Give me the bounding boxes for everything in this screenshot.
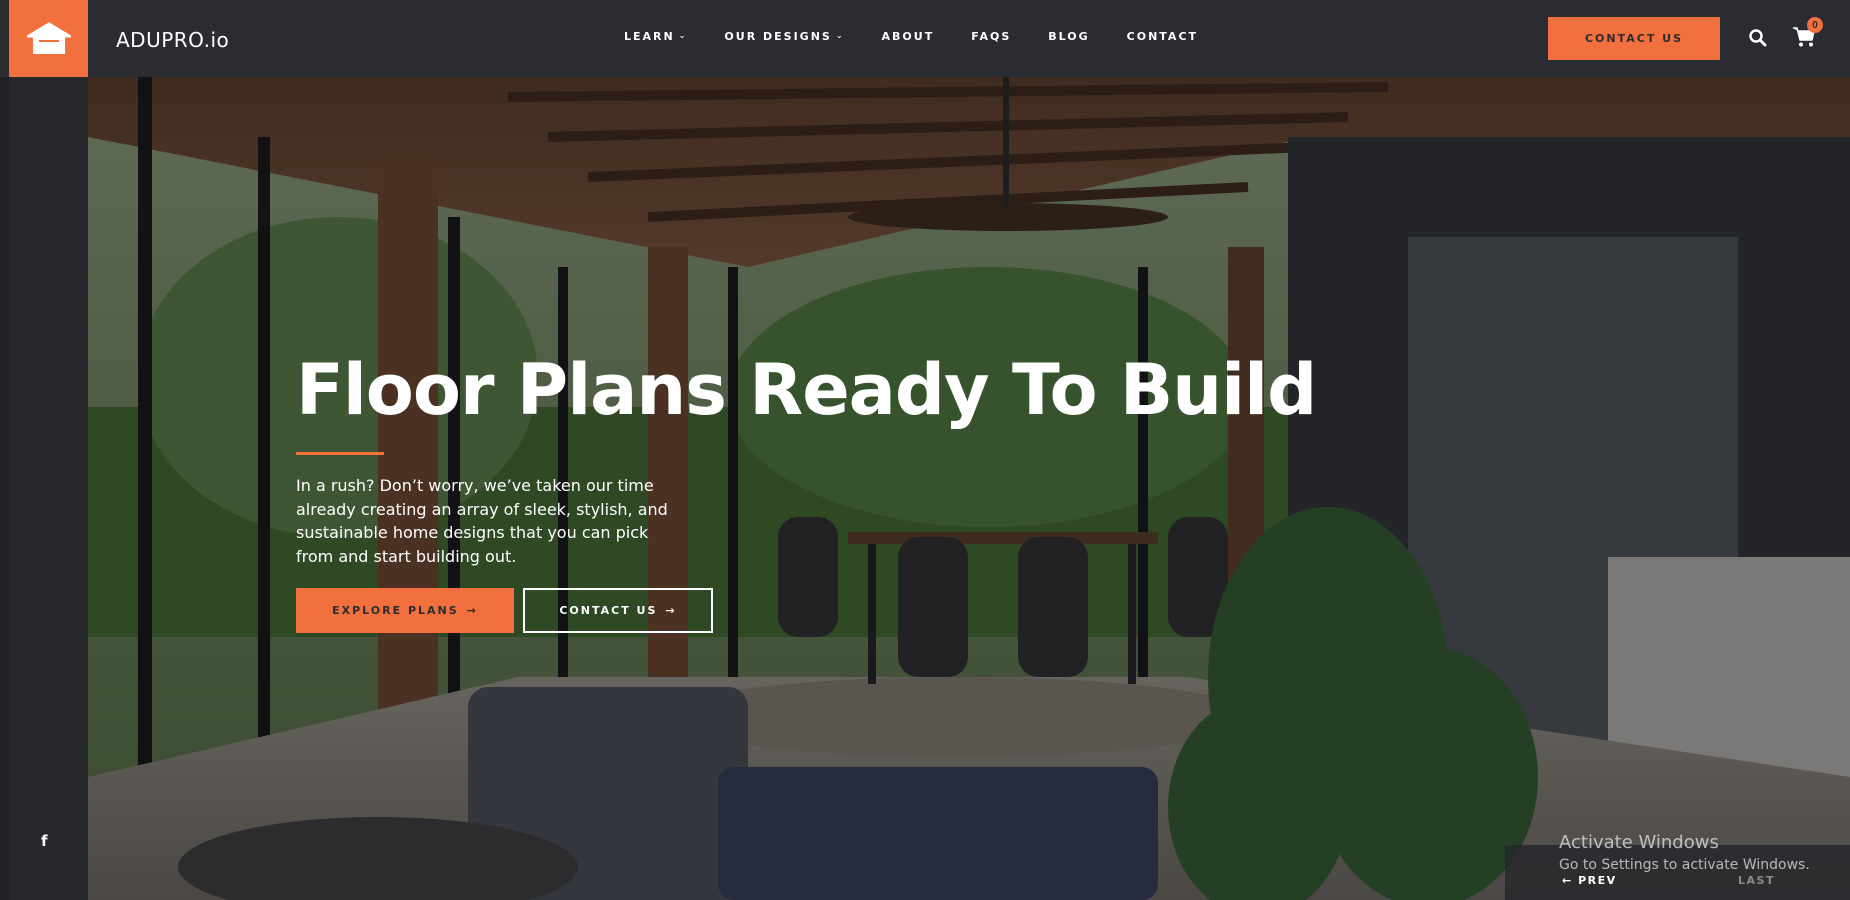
hero-contact-us-button[interactable]: CONTACT US → <box>523 588 713 633</box>
slider-prev-label: PREV <box>1578 874 1617 887</box>
logo[interactable] <box>9 0 88 77</box>
chevron-down-icon: ⌄ <box>835 31 845 40</box>
slider-prev-button[interactable]: ← PREV <box>1562 874 1617 887</box>
site-header: ADUPRO.io LEARN ⌄ OUR DESIGNS ⌄ ABOUT FA… <box>0 0 1850 77</box>
hero-contact-us-label: CONTACT US <box>559 604 658 617</box>
arrow-left-icon: ← <box>1562 874 1573 887</box>
nav-our-designs-label: OUR DESIGNS <box>724 30 832 43</box>
cart-count-badge: 0 <box>1807 17 1823 33</box>
search-icon[interactable] <box>1748 28 1768 48</box>
nav-contact-label: CONTACT <box>1126 30 1199 43</box>
nav-contact[interactable]: CONTACT <box>1127 30 1198 43</box>
left-rail <box>0 77 88 900</box>
nav-blog-label: BLOG <box>1048 30 1090 43</box>
contact-us-button[interactable]: CONTACT US <box>1548 17 1720 60</box>
arrow-right-icon: → <box>466 604 478 617</box>
explore-plans-button[interactable]: EXPLORE PLANS → <box>296 588 514 633</box>
nav-our-designs[interactable]: OUR DESIGNS ⌄ <box>724 30 844 43</box>
nav-learn-label: LEARN <box>624 30 675 43</box>
arrow-right-icon: → <box>665 604 677 617</box>
nav-learn[interactable]: LEARN ⌄ <box>624 30 687 43</box>
activation-watermark-subtitle: Go to Settings to activate Windows. <box>1559 857 1810 873</box>
activation-watermark-title: Activate Windows <box>1559 832 1719 853</box>
hero-title-underline <box>296 452 384 455</box>
nav-faqs[interactable]: FAQS <box>971 30 1011 43</box>
explore-plans-label: EXPLORE PLANS <box>332 604 459 617</box>
page: ADUPRO.io LEARN ⌄ OUR DESIGNS ⌄ ABOUT FA… <box>0 0 1850 900</box>
house-logo-icon <box>26 21 71 54</box>
main-nav: LEARN ⌄ OUR DESIGNS ⌄ ABOUT FAQS BLOG CO… <box>624 30 1198 43</box>
nav-blog[interactable]: BLOG <box>1048 30 1089 43</box>
chevron-down-icon: ⌄ <box>678 31 688 40</box>
hero-description: In a rush? Don’t worry, we’ve taken our … <box>296 476 668 566</box>
nav-about-label: ABOUT <box>881 30 935 43</box>
brand-name[interactable]: ADUPRO.io <box>116 28 229 52</box>
slider-last-button[interactable]: LAST <box>1738 874 1775 887</box>
hero-title: Floor Plans Ready To Build <box>296 349 1317 431</box>
nav-faqs-label: FAQS <box>971 30 1012 43</box>
facebook-icon[interactable]: f <box>41 832 48 850</box>
nav-about[interactable]: ABOUT <box>882 30 935 43</box>
